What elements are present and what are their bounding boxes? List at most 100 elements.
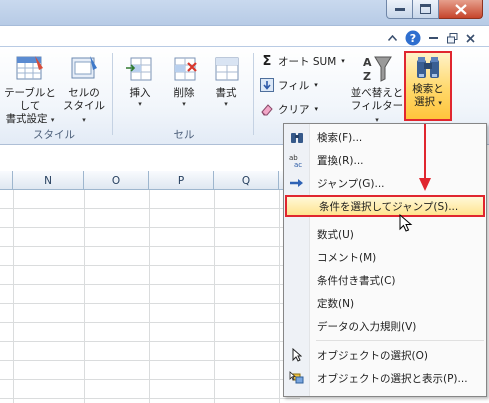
menu-item-replace[interactable]: ab ac 置換(R)... [285, 149, 485, 171]
fill-button[interactable]: フィル ▾ [259, 76, 318, 94]
binoculars-icon [285, 126, 309, 148]
worksheet-grid[interactable] [0, 190, 300, 403]
menu-item-label: 条件を選択してジャンプ(S)... [319, 200, 459, 213]
menu-separator [316, 340, 484, 341]
svg-text:A: A [363, 56, 372, 69]
grid-line [0, 246, 300, 247]
delete-dropdown-icon: ▾ [182, 100, 186, 108]
delete-cells-icon [168, 53, 200, 85]
menu-item-label: オブジェクトの選択と表示(P)... [317, 372, 468, 385]
autosum-button[interactable]: Σ オート SUM ▾ [259, 52, 345, 70]
autosum-label: オート SUM [278, 55, 337, 68]
column-header-p[interactable]: P [149, 171, 214, 190]
cell-styles-label-1: セルの [68, 87, 100, 99]
menu-item-icon-empty [287, 195, 311, 217]
style-group-label: スタイル [33, 129, 75, 141]
mouse-cursor-icon [399, 214, 413, 232]
caret-up-icon[interactable] [388, 35, 397, 41]
menu-item-select-objects[interactable]: オブジェクトの選択(O) [285, 344, 485, 366]
autosum-dropdown-icon: ▾ [341, 57, 345, 65]
column-header-partial[interactable] [0, 171, 13, 190]
menu-item-label: 置換(R)... [317, 154, 364, 167]
format-as-table-button[interactable]: テーブルとして 書式設定 ▾ [0, 53, 60, 126]
menu-item-label: データの入力規則(V) [317, 320, 417, 333]
menu-item-formulas[interactable]: 数式(U) [285, 223, 485, 245]
grid-line [279, 190, 280, 403]
svg-text:?: ? [410, 32, 416, 45]
grid-line [0, 360, 300, 361]
format-dropdown-icon: ▾ [224, 100, 228, 108]
format-label: 書式 [215, 87, 237, 99]
svg-text:ac: ac [294, 161, 302, 168]
column-header-q[interactable]: Q [214, 171, 279, 190]
grid-line [13, 190, 14, 403]
menu-item-comments[interactable]: コメント(M) [285, 246, 485, 268]
cell-styles-button[interactable]: セルの スタイル ▾ [62, 53, 106, 126]
svg-text:Z: Z [363, 70, 371, 83]
cell-styles-label-2-text: スタイル [63, 100, 105, 112]
clear-button[interactable]: クリア ▾ [259, 100, 318, 118]
menu-item-conditional-formatting[interactable]: 条件付き書式(C) [285, 269, 485, 291]
clear-dropdown-icon: ▾ [314, 105, 319, 113]
column-header-o[interactable]: O [84, 171, 149, 190]
group-separator [112, 53, 113, 135]
fill-down-icon [259, 77, 275, 93]
title-bar [0, 0, 489, 26]
sort-filter-label-2-text: フィルター [350, 100, 404, 112]
find-select-label-2: 選択 ▾ [414, 96, 442, 108]
grid-line [0, 322, 300, 323]
menu-item-goto-special[interactable]: 条件を選択してジャンプ(S)... [285, 195, 485, 217]
cells-group-label: セル [173, 129, 195, 141]
menu-item-icon-empty [285, 223, 309, 245]
grid-line [84, 190, 85, 403]
help-icon[interactable]: ? [405, 30, 421, 46]
menu-item-goto[interactable]: ジャンプ(G)... [285, 172, 485, 194]
format-as-table-label-2: 書式設定 ▾ [5, 113, 55, 125]
menu-item-data-validation[interactable]: データの入力規則(V) [285, 315, 485, 337]
grid-line [0, 379, 300, 380]
fill-label: フィル [278, 79, 310, 92]
eraser-icon [259, 101, 275, 117]
annotation-arrow-icon [419, 124, 431, 191]
insert-cells-icon [124, 53, 156, 85]
menu-item-label: コメント(M) [317, 251, 377, 264]
window-buttons [386, 0, 483, 19]
menu-item-icon-empty [285, 292, 309, 314]
restore-icon[interactable] [447, 32, 458, 44]
clear-label: クリア [278, 103, 310, 116]
menu-item-selection-pane[interactable]: オブジェクトの選択と表示(P)... [285, 367, 485, 389]
menu-item-label: オブジェクトの選択(O) [317, 349, 428, 362]
grid-line [149, 190, 150, 403]
menu-item-icon-empty [285, 269, 309, 291]
menu-item-constants[interactable]: 定数(N) [285, 292, 485, 314]
find-select-label-1: 検索と [412, 83, 444, 95]
replace-icon: ab ac [285, 149, 309, 171]
ribbon-controls: ? [388, 30, 475, 46]
grid-line [0, 303, 300, 304]
format-button[interactable]: 書式 ▾ [206, 53, 246, 108]
delete-button[interactable]: 削除 ▾ [164, 53, 204, 108]
find-select-button[interactable]: 検索と 選択 ▾ [404, 51, 452, 121]
menu-item-label: 数式(U) [317, 228, 354, 241]
cell-styles-label-2: スタイル ▾ [63, 100, 105, 124]
minimize-icon[interactable] [386, 0, 413, 19]
grid-line [0, 398, 300, 399]
grid-line [0, 265, 300, 266]
maximize-icon[interactable] [413, 0, 439, 19]
formula-area [0, 146, 300, 171]
column-header-n[interactable]: N [13, 171, 84, 190]
grid-line [214, 190, 215, 403]
insert-button[interactable]: 挿入 ▾ [120, 53, 160, 108]
menu-item-label: ジャンプ(G)... [317, 177, 385, 190]
close-icon[interactable] [439, 0, 483, 19]
sigma-icon: Σ [262, 53, 272, 69]
pointer-icon [285, 344, 309, 366]
fill-dropdown-icon: ▾ [314, 81, 318, 89]
find-select-menu: 検索(F)... ab ac 置換(R)... ジャンプ(G)... 条件を選択し… [283, 123, 487, 397]
sort-filter-button[interactable]: AZ 並べ替えと フィルター ▾ [350, 53, 404, 126]
grid-line [0, 284, 300, 285]
minimize-ribbon-icon[interactable] [429, 36, 439, 40]
close-icon[interactable] [466, 33, 475, 43]
menu-item-find[interactable]: 検索(F)... [285, 126, 485, 148]
sort-filter-label-1: 並べ替えと [350, 87, 404, 99]
